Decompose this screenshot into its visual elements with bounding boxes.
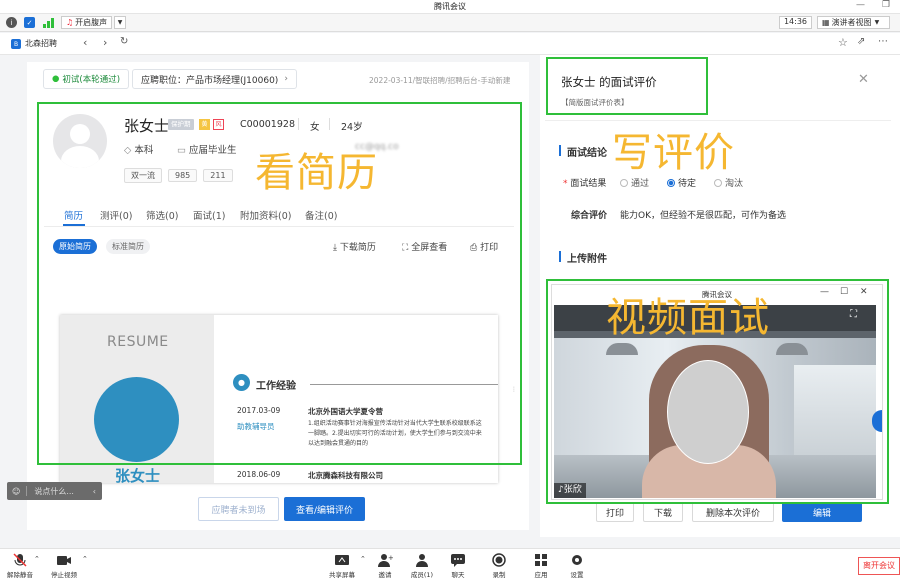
position-label: 应聘职位：产品市场经理(J10060)	[141, 75, 279, 86]
close-icon[interactable]: ✕	[858, 72, 869, 87]
resume-date: 2018.06-09	[237, 470, 281, 479]
reload-icon[interactable]: ↻	[120, 36, 128, 47]
forward-icon[interactable]: ›	[103, 36, 107, 49]
location-pin-icon: ●	[52, 74, 60, 84]
screen-share-icon	[335, 555, 349, 565]
camera-icon	[57, 556, 71, 565]
invite-label: 邀请	[378, 571, 392, 579]
overlay-write-evaluation: 写评价	[612, 130, 735, 176]
resume-company: 北京腾森科技有限公司	[308, 471, 383, 480]
chat-placeholder: 说点什么...	[34, 486, 74, 496]
candidate-absent-button[interactable]: 应聘者未到场	[198, 497, 279, 521]
comment-text: 能力OK，但经验不是很匹配，可作为备选	[620, 211, 786, 221]
window-title-bar: 腾讯会议 — ❐	[0, 0, 900, 14]
stop-video-button[interactable]: 停止视频	[44, 553, 84, 579]
section-marker	[559, 251, 561, 262]
position-selector[interactable]: 应聘职位：产品市场经理(J10060) ›	[132, 69, 297, 89]
emoji-icon[interactable]: ☺	[12, 487, 20, 496]
settings-button[interactable]: 设置	[557, 553, 597, 579]
chat-label: 聊天	[451, 571, 465, 579]
result-label: * 面试结果	[563, 179, 607, 189]
meeting-toolbar: 解除静音 ⌃ 停止视频 ⌃ 共享屏幕 ⌃ + 邀请 成员(1) 聊天 录制 应用…	[0, 548, 900, 579]
mute-label: 解除静音	[7, 571, 33, 579]
chevron-right-icon: ›	[284, 74, 288, 84]
app-logo-icon: B	[11, 39, 21, 49]
leave-meeting-button[interactable]: 离开会议	[858, 557, 900, 575]
window-title: 腾讯会议	[434, 2, 466, 11]
svg-text:+: +	[388, 554, 393, 562]
view-mode-label: 演讲者视图	[831, 18, 872, 27]
settings-label: 设置	[570, 571, 584, 579]
tab-title: 北森招聘	[25, 39, 57, 48]
mic-off-icon	[13, 553, 27, 567]
members-button[interactable]: 成员(1)	[402, 553, 442, 579]
resume-name: 张女士	[115, 467, 161, 483]
browser-toolbar: B 北森招聘 ‹ › ↻ ☆ ⇗ ⋯	[0, 33, 900, 55]
members-icon	[416, 554, 428, 567]
speaker-icon: ♫	[66, 18, 74, 27]
radio-circle	[667, 179, 675, 187]
divider	[26, 486, 28, 496]
gear-icon	[572, 555, 582, 565]
comment-label: 综合评价	[571, 211, 608, 221]
share-audio-button[interactable]: ♫ 开启腹声	[61, 16, 113, 29]
chevron-up-icon[interactable]: ⌃	[82, 555, 88, 563]
view-edit-evaluation-button[interactable]: 查看/编辑评价	[284, 497, 365, 521]
stage-badge[interactable]: ● 初试(本轮通过)	[43, 69, 130, 89]
chevron-down-icon: ▼	[874, 19, 880, 26]
result-label-text: 面试结果	[570, 179, 607, 189]
grid-icon: ▦	[822, 18, 830, 27]
share-audio-label: 开启腹声	[75, 18, 108, 27]
members-label: 成员(1)	[410, 571, 434, 579]
share-screen-button[interactable]: 共享屏幕	[322, 553, 362, 579]
back-icon[interactable]: ‹	[83, 36, 87, 49]
invite-icon: +	[378, 554, 393, 567]
overlay-view-resume: 看简历	[255, 150, 378, 196]
share-label: 共享屏幕	[329, 571, 355, 579]
minimize-icon[interactable]: —	[856, 0, 865, 10]
edit-button[interactable]: 编辑	[782, 502, 862, 522]
star-icon[interactable]: ☆	[838, 36, 848, 49]
source-meta: 2022-03-11/智联招聘/招聘后台-手动新建	[369, 76, 511, 85]
section-conclusion: 面试结论	[567, 148, 607, 159]
delete-evaluation-button[interactable]: 删除本次评价	[692, 502, 774, 522]
meeting-status-bar: i ✓ ♫ 开启腹声 ▼ 14:36 ▦ 演讲者视图 ▼	[0, 14, 900, 32]
radio-pending-label: 待定	[678, 179, 697, 189]
shield-icon[interactable]: ✓	[24, 17, 35, 28]
invite-button[interactable]: + 邀请	[365, 553, 405, 579]
chevron-left-icon[interactable]: ‹	[93, 487, 96, 496]
radio-reject-label: 淘汰	[725, 179, 744, 189]
highlight-eval-box	[546, 57, 708, 115]
meeting-time: 14:36	[779, 16, 812, 29]
apps-icon	[535, 554, 547, 566]
radio-pass-label: 通过	[631, 179, 650, 189]
radio-circle	[714, 179, 722, 187]
record-button[interactable]: 录制	[479, 553, 519, 579]
download-button[interactable]: 下载	[643, 502, 683, 522]
apps-button[interactable]: 应用	[521, 553, 561, 579]
print-button[interactable]: 打印	[596, 502, 634, 522]
view-mode-button[interactable]: ▦ 演讲者视图 ▼	[817, 16, 890, 29]
signal-icon	[43, 18, 55, 28]
chevron-down-icon[interactable]: ▼	[114, 16, 126, 29]
share-icon[interactable]: ⇗	[857, 36, 865, 47]
restore-icon[interactable]: ❐	[882, 0, 890, 10]
record-icon	[492, 553, 506, 567]
section-upload: 上传附件	[567, 254, 607, 265]
radio-circle	[620, 179, 628, 187]
record-label: 录制	[492, 571, 506, 579]
chat-icon	[451, 554, 465, 567]
stage-label: 初试(本轮通过)	[62, 75, 121, 85]
more-icon[interactable]: ⋯	[878, 36, 888, 47]
chat-button[interactable]: 聊天	[438, 553, 478, 579]
overlay-video-interview: 视频面试	[606, 295, 770, 341]
section-marker	[559, 145, 561, 156]
apps-label: 应用	[534, 571, 548, 579]
chevron-up-icon[interactable]: ⌃	[34, 555, 40, 563]
chat-input[interactable]: ☺ 说点什么... ‹	[7, 482, 102, 500]
info-icon[interactable]: i	[6, 17, 17, 28]
video-label: 停止视频	[51, 571, 77, 579]
